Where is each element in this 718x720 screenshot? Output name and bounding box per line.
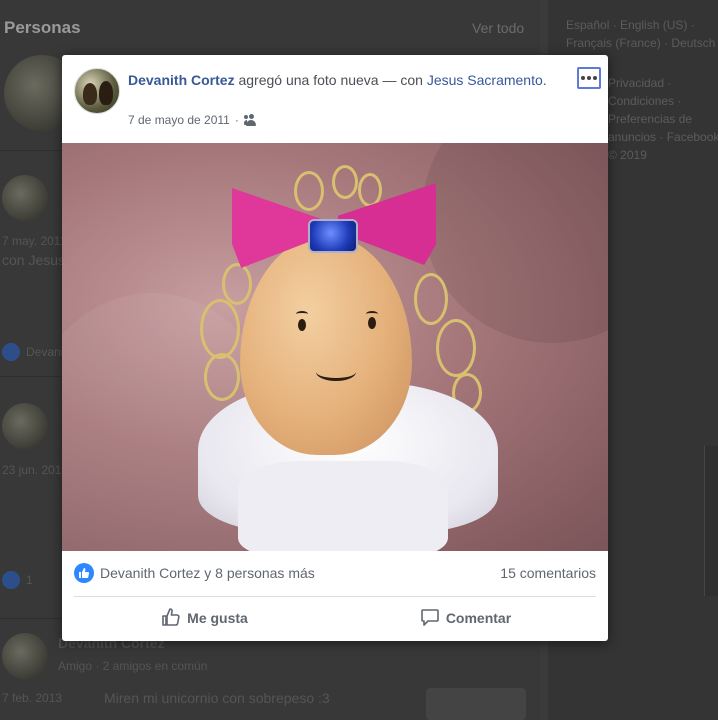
bg-see-all-link[interactable]: Ver todo (472, 20, 524, 36)
post-header: Devanith Cortez agregó una foto nueva — … (62, 55, 608, 143)
bg-avatar (2, 175, 48, 221)
like-icon (2, 571, 20, 589)
egg-face (240, 235, 412, 455)
like-button-label: Me gusta (187, 610, 248, 626)
tagged-person-link[interactable]: Jesus Sacramento (427, 72, 543, 88)
like-reaction-icon[interactable] (74, 563, 94, 583)
reactions-summary-link[interactable]: Devanith Cortez y 8 personas más (100, 565, 315, 581)
comment-bubble-icon (420, 607, 440, 630)
thumbs-up-icon (161, 607, 181, 630)
headline-suffix: . (542, 72, 547, 88)
post-meta: 7 de mayo de 2011 · (128, 113, 258, 127)
divider (74, 596, 596, 597)
like-button[interactable]: Me gusta (74, 601, 335, 635)
bg-subtitle: Amigo · 2 amigos en común (58, 659, 208, 673)
bg-button[interactable] (426, 688, 526, 720)
meta-separator: · (234, 113, 239, 127)
author-name-link[interactable]: Devanith Cortez (128, 72, 235, 88)
bg-footer-links: Privacidad · Condiciones · Preferencias … (608, 76, 718, 162)
post-actions: Me gusta Comentar (74, 601, 596, 635)
comment-button[interactable]: Comentar (335, 601, 596, 635)
bg-date: 7 may. 2011 (2, 234, 67, 248)
post-modal: Devanith Cortez agregó una foto nueva — … (62, 55, 608, 641)
bg-section-title: Personas (4, 18, 81, 37)
bg-side-panel (704, 446, 718, 596)
post-photo[interactable] (62, 143, 608, 551)
author-avatar[interactable] (74, 68, 120, 114)
post-headline: Devanith Cortez agregó una foto nueva — … (128, 70, 548, 91)
more-options-icon[interactable] (577, 67, 601, 89)
like-icon (2, 343, 20, 361)
bg-date: 23 jun. 2011 (2, 463, 68, 477)
bg-like-count: 1 (26, 573, 33, 587)
bg-avatar (2, 403, 48, 449)
reactions-row: Devanith Cortez y 8 personas más 15 come… (74, 561, 596, 585)
headline-action: agregó una foto nueva — con (234, 72, 427, 88)
bg-date: 7 feb. 2013 (2, 691, 63, 705)
comments-count-link[interactable]: 15 comentarios (500, 565, 596, 581)
comment-button-label: Comentar (445, 610, 512, 626)
bg-footer-languages: Español · English (US) · Français (Franc… (566, 18, 716, 50)
bg-avatar (2, 633, 48, 679)
friends-icon[interactable] (243, 114, 258, 126)
post-date-link[interactable]: 7 de mayo de 2011 (128, 113, 230, 127)
bg-caption: Miren mi unicornio con sobrepeso :3 (104, 690, 330, 706)
